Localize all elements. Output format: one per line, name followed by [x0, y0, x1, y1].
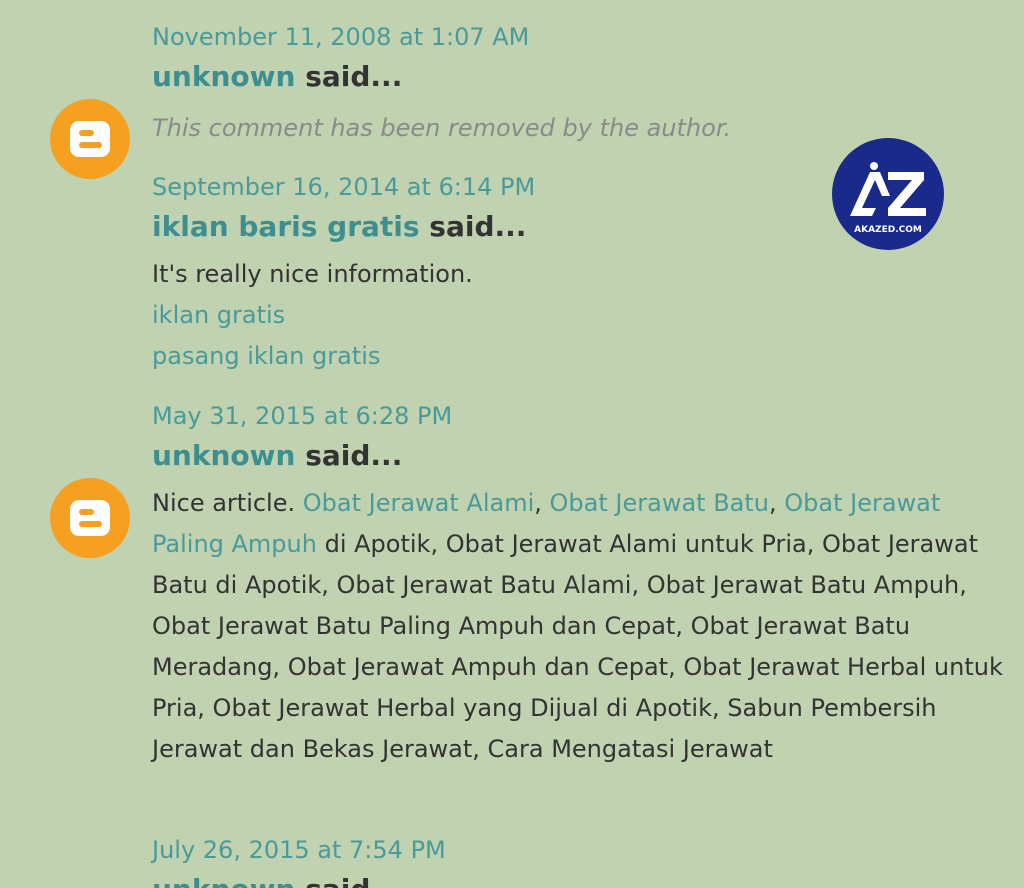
blogger-icon[interactable]	[50, 99, 130, 179]
comment-author-line: unknown said...	[152, 438, 402, 474]
blogger-icon[interactable]	[50, 478, 130, 558]
comment-author-line: unknown said...	[152, 59, 402, 95]
said-label: said...	[305, 60, 403, 93]
comment-text: It's really nice information.	[152, 260, 473, 288]
comment-body: Nice article. Obat Jerawat Alami, Obat J…	[152, 483, 1012, 770]
comment-author-link[interactable]: unknown	[152, 439, 295, 472]
comment-body: It's really nice information. iklan grat…	[152, 254, 1012, 377]
comment-link[interactable]: Obat Jerawat Alami	[303, 489, 535, 517]
comment-timestamp-link[interactable]: September 16, 2014 at 6:14 PM	[152, 172, 535, 202]
comment-author-link[interactable]: unknown	[152, 60, 295, 93]
comment-link[interactable]: pasang iklan gratis	[152, 342, 380, 370]
comment-text: ,	[534, 489, 550, 517]
comment-text: di Apotik, Obat Jerawat Alami untuk Pria…	[152, 530, 1003, 763]
said-label: said...	[305, 873, 402, 888]
comment-text: Nice article.	[152, 489, 303, 517]
comment-timestamp-link[interactable]: May 31, 2015 at 6:28 PM	[152, 401, 452, 431]
comment-timestamp-link[interactable]: November 11, 2008 at 1:07 AM	[152, 22, 529, 52]
comment-text: ,	[769, 489, 785, 517]
said-label: said...	[305, 439, 403, 472]
comment-timestamp-link[interactable]: July 26, 2015 at 7:54 PM	[152, 835, 446, 865]
comment-author-link[interactable]: iklan baris gratis	[152, 210, 420, 243]
comment-link[interactable]: iklan gratis	[152, 301, 285, 329]
comments-list: November 11, 2008 at 1:07 AM unknown sai…	[0, 0, 1024, 888]
watermark-text: AKAZED.COM	[854, 225, 922, 235]
akazed-logo-icon: AKAZED.COM	[832, 138, 944, 250]
comment-author-line: unknown said...	[152, 872, 402, 888]
comment-author-link[interactable]: unknown	[152, 873, 295, 888]
comment-link[interactable]: Obat Jerawat Batu	[550, 489, 769, 517]
comment-author-line: iklan baris gratis said...	[152, 209, 526, 245]
said-label: said...	[429, 210, 527, 243]
